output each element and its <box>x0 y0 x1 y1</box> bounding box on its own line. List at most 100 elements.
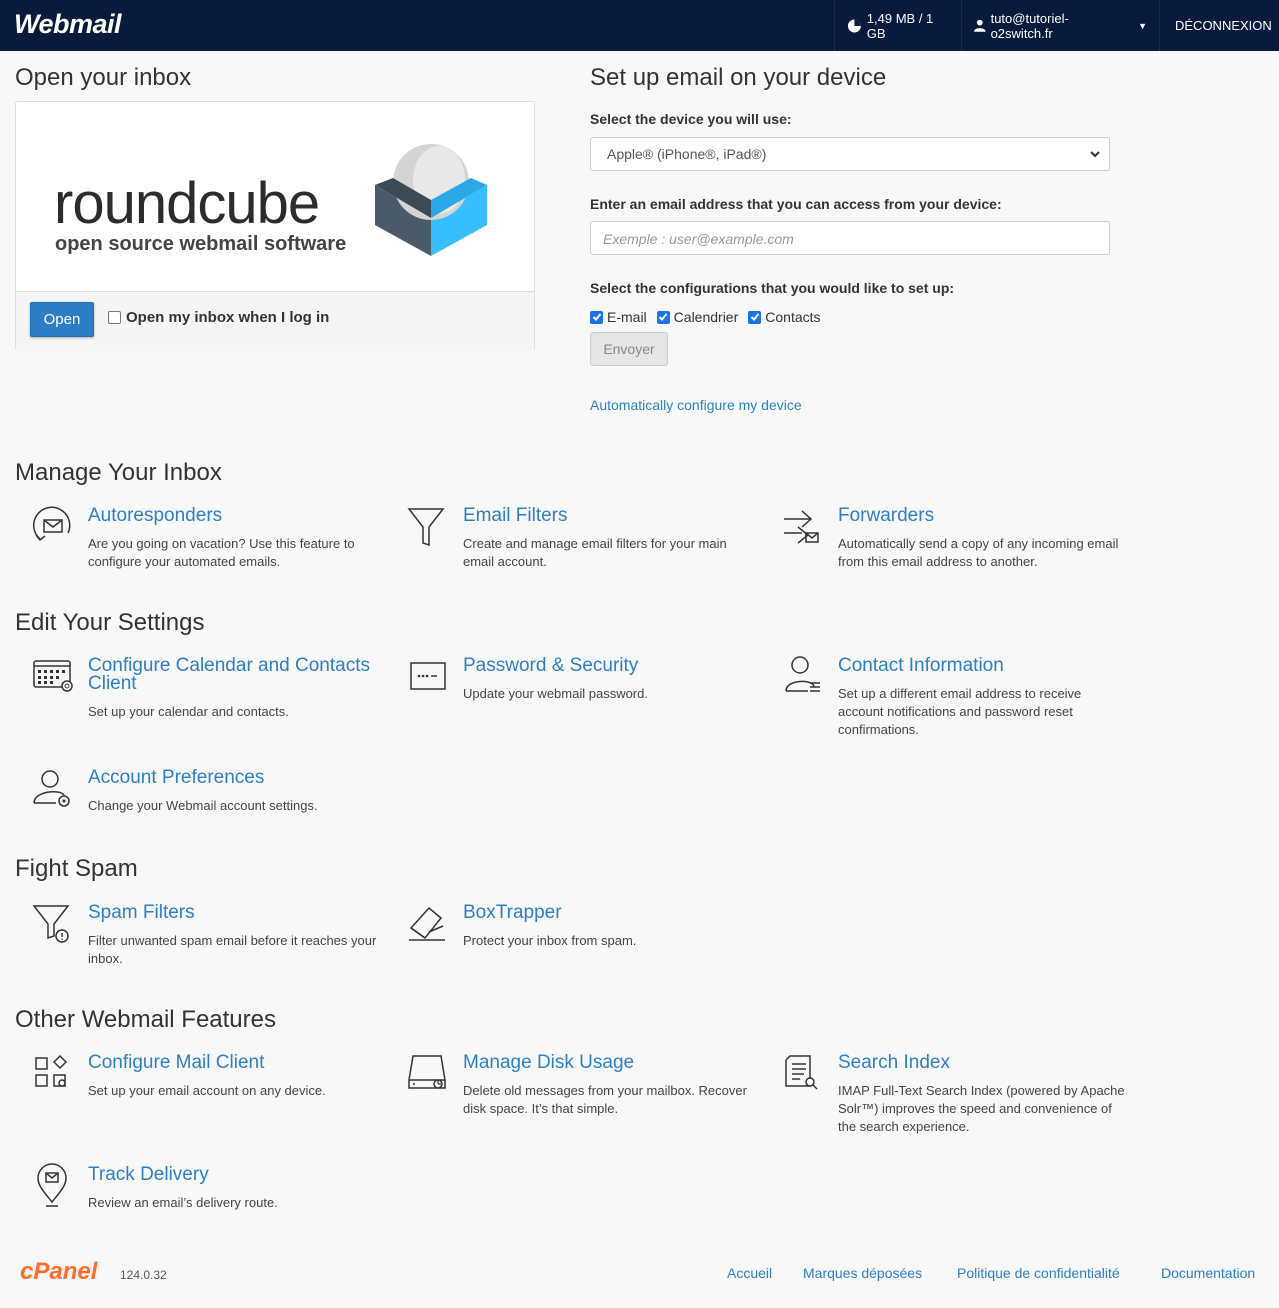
feature-title[interactable]: Password & Security <box>463 656 753 675</box>
filter-icon <box>407 508 445 547</box>
chevron-down-icon <box>1090 151 1100 158</box>
feature-title[interactable]: Configure Mail Client <box>88 1053 378 1072</box>
edit-settings-heading: Edit Your Settings <box>15 609 205 636</box>
feature-title[interactable]: Search Index <box>838 1053 1128 1072</box>
feature-desc: Protect your inbox from spam. <box>463 933 637 948</box>
feature-desc: Set up your email account on any device. <box>88 1083 326 1098</box>
feature-account-preferences[interactable]: Account Preferences Change your Webmail … <box>33 768 378 815</box>
cpanel-logo[interactable]: cPanel <box>20 1258 97 1286</box>
config-calendar-checkbox[interactable] <box>656 310 670 324</box>
feature-desc: Filter unwanted spam email before it rea… <box>88 933 377 966</box>
roundcube-logo[interactable]: roundcube open source webmail software <box>16 102 534 291</box>
disk-icon <box>408 1055 446 1089</box>
spam-filter-icon <box>32 905 70 943</box>
location-pin-icon <box>37 1163 67 1207</box>
user-menu[interactable]: tuto@tutoriel-o2switch.fr ▼ <box>961 0 1159 51</box>
boxtrapper-icon <box>409 906 445 941</box>
apps-icon <box>35 1054 68 1087</box>
user-gear-icon <box>33 770 70 807</box>
feature-desc: Set up a different email address to rece… <box>838 686 1082 737</box>
config-label: Select the configurations that you would… <box>590 280 955 296</box>
footer-link-home[interactable]: Accueil <box>727 1265 772 1281</box>
footer-link-documentation[interactable]: Documentation <box>1161 1265 1255 1281</box>
chevron-down-icon: ▼ <box>1138 20 1147 31</box>
feature-spam-filters[interactable]: Spam Filters Filter unwanted spam email … <box>32 903 378 968</box>
user-email: tuto@tutoriel-o2switch.fr <box>990 10 1069 41</box>
search-doc-icon <box>785 1055 818 1090</box>
feature-manage-disk-usage[interactable]: Manage Disk Usage Delete old messages fr… <box>408 1053 753 1118</box>
feature-search-index[interactable]: Search Index IMAP Full-Text Search Index… <box>785 1053 1128 1136</box>
device-setup-heading: Set up email on your device <box>590 64 887 91</box>
feature-desc: Automatically send a copy of any incomin… <box>838 536 1119 569</box>
autoresponder-icon <box>33 506 71 542</box>
auto-open-checkbox[interactable] <box>108 311 121 324</box>
feature-desc: Delete old messages from your mailbox. R… <box>463 1083 747 1116</box>
feature-desc: Set up your calendar and contacts. <box>88 704 289 719</box>
feature-desc: Update your webmail password. <box>463 686 648 701</box>
config-contacts-checkbox[interactable] <box>748 310 762 324</box>
feature-title[interactable]: Track Delivery <box>88 1165 378 1184</box>
top-navbar: Webmail 1,49 MB / 1 GB tuto@tutoriel-o2s… <box>0 0 1279 51</box>
feature-password-security[interactable]: Password & Security Update your webmail … <box>410 656 753 703</box>
config-contacts-label: Contacts <box>765 309 821 325</box>
feature-contact-information[interactable]: Contact Information Set up a different e… <box>785 656 1128 739</box>
manage-inbox-heading: Manage Your Inbox <box>15 459 222 486</box>
disk-usage-text: 1,49 MB / 1 GB <box>866 10 934 41</box>
feature-boxtrapper[interactable]: BoxTrapper Protect your inbox from spam. <box>409 903 753 950</box>
config-email-option[interactable]: E-mail <box>590 309 647 325</box>
footer-link-trademarks[interactable]: Marques déposées <box>803 1265 922 1281</box>
feature-title[interactable]: Email Filters <box>463 506 753 525</box>
open-inbox-button[interactable]: Open <box>30 302 94 337</box>
roundcube-panel-footer: Open Open my inbox when I log in <box>16 291 534 351</box>
webmail-brand-logo[interactable]: Webmail <box>14 9 122 40</box>
feature-forwarders[interactable]: Forwarders Automatically send a copy of … <box>784 506 1128 571</box>
feature-email-filters[interactable]: Email Filters Create and manage email fi… <box>407 506 753 571</box>
config-calendar-option[interactable]: Calendrier <box>656 309 738 325</box>
other-features-heading: Other Webmail Features <box>15 1006 276 1033</box>
feature-title[interactable]: Manage Disk Usage <box>463 1053 753 1072</box>
config-options: E-mail Calendrier Contacts <box>590 309 831 325</box>
feature-title[interactable]: Spam Filters <box>88 903 378 922</box>
cpanel-version: 124.0.32 <box>120 1268 167 1282</box>
config-email-label: E-mail <box>607 309 647 325</box>
auto-open-label: Open my inbox when I log in <box>126 309 330 326</box>
logout-label: DÉCONNEXION <box>1175 18 1272 33</box>
auto-configure-link[interactable]: Automatically configure my device <box>590 397 802 413</box>
device-email-field[interactable]: Exemple : user@example.com <box>590 221 1110 255</box>
feature-autoresponders[interactable]: Autoresponders Are you going on vacation… <box>33 506 378 571</box>
config-email-checkbox[interactable] <box>590 310 603 324</box>
feature-title[interactable]: BoxTrapper <box>463 903 753 922</box>
fight-spam-heading: Fight Spam <box>15 855 138 882</box>
user-icon <box>974 19 986 32</box>
calendar-icon <box>33 660 73 692</box>
feature-title[interactable]: Contact Information <box>838 656 1128 675</box>
config-contacts-option[interactable]: Contacts <box>748 309 821 325</box>
password-icon <box>410 662 446 690</box>
device-select-label: Select the device you will use: <box>590 111 792 127</box>
forward-icon <box>784 510 819 544</box>
feature-track-delivery[interactable]: Track Delivery Review an email’s deliver… <box>37 1163 378 1212</box>
feature-desc: IMAP Full-Text Search Index (powered by … <box>838 1083 1125 1134</box>
pie-chart-icon <box>847 19 861 32</box>
device-select-value: Apple® (iPhone®, iPad®) <box>607 146 767 162</box>
feature-desc: Create and manage email filters for your… <box>463 536 727 569</box>
disk-usage-indicator: 1,49 MB / 1 GB <box>834 0 961 51</box>
roundcube-tagline: open source webmail software <box>55 233 347 255</box>
feature-title[interactable]: Configure Calendar and Contacts Client <box>88 656 378 693</box>
roundcube-cube-icon <box>375 144 487 256</box>
feature-title[interactable]: Account Preferences <box>88 768 378 787</box>
auto-open-option[interactable]: Open my inbox when I log in <box>108 309 329 326</box>
feature-title[interactable]: Autoresponders <box>88 506 378 525</box>
feature-configure-mail-client[interactable]: Configure Mail Client Set up your email … <box>35 1053 378 1100</box>
email-field-label: Enter an email address that you can acce… <box>590 196 1002 212</box>
roundcube-wordmark: roundcube <box>54 171 320 236</box>
footer-link-privacy[interactable]: Politique de confidentialité <box>957 1265 1120 1281</box>
feature-title[interactable]: Forwarders <box>838 506 1128 525</box>
send-config-button[interactable]: Envoyer <box>590 332 668 366</box>
logout-button[interactable]: DÉCONNEXION <box>1159 0 1279 51</box>
feature-calendar-contacts[interactable]: Configure Calendar and Contacts Client S… <box>33 656 378 721</box>
feature-desc: Change your Webmail account settings. <box>88 798 318 813</box>
open-inbox-heading: Open your inbox <box>15 64 192 91</box>
device-select[interactable]: Apple® (iPhone®, iPad®) <box>590 137 1110 171</box>
feature-desc: Review an email’s delivery route. <box>88 1195 278 1210</box>
